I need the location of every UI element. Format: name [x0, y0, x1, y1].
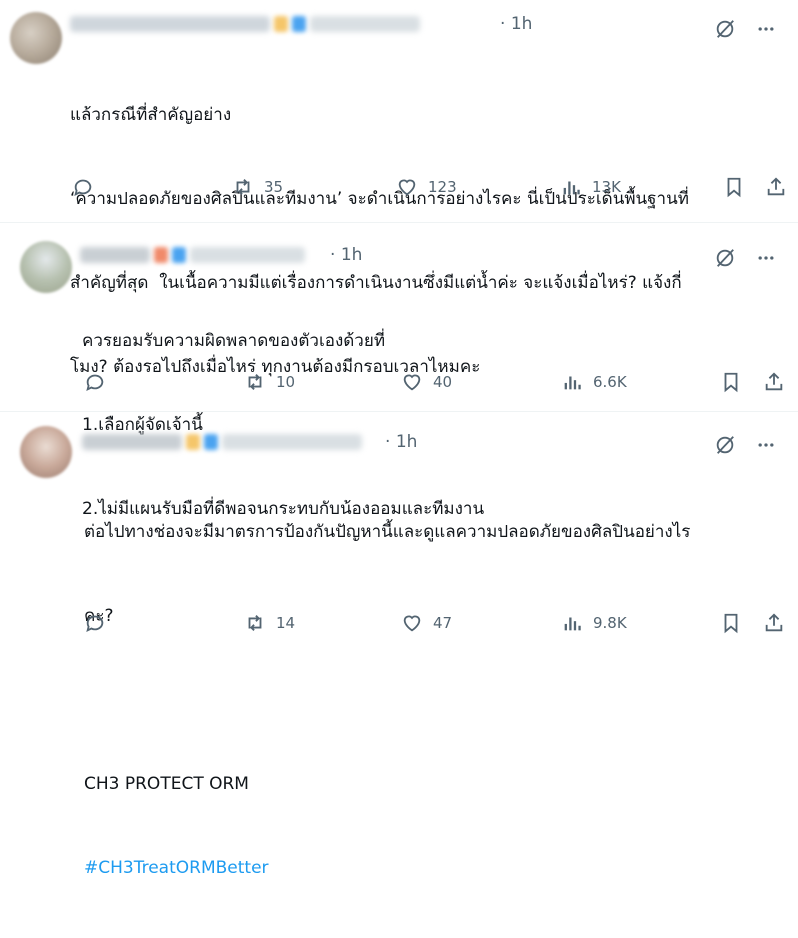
- views-button[interactable]: 6.6K: [561, 371, 627, 393]
- repost-count: 10: [276, 373, 296, 391]
- post-3[interactable]: · 1h ต่อไปทางช่องจะมีมาตรการป้องกันปัญหา…: [0, 412, 798, 878]
- view-count: 6.6K: [593, 373, 627, 391]
- like-button[interactable]: 123: [396, 176, 457, 198]
- reply-icon: [72, 176, 94, 198]
- repost-count: 14: [276, 614, 296, 632]
- share-button[interactable]: [763, 371, 785, 393]
- share-icon: [763, 371, 785, 393]
- text-line: CH3 PROTECT ORM: [84, 774, 249, 794]
- views-icon: [561, 612, 583, 634]
- text-line: แล้วกรณีที่สำคัญอย่าง: [70, 105, 232, 125]
- action-bar: 14 47 9.8K: [0, 612, 798, 636]
- action-bar: 10 40 6.6K: [0, 371, 798, 395]
- repost-button[interactable]: 14: [244, 612, 295, 634]
- grok-icon[interactable]: [714, 434, 736, 456]
- hashtag-link[interactable]: #CH3TreatORMBetter: [84, 854, 690, 882]
- bookmark-button[interactable]: [723, 176, 745, 198]
- bookmark-icon: [720, 612, 742, 634]
- avatar[interactable]: [10, 12, 62, 64]
- bookmark-button[interactable]: [720, 612, 742, 634]
- like-count: 47: [433, 614, 453, 632]
- reply-button[interactable]: [84, 371, 106, 393]
- avatar[interactable]: [20, 426, 72, 478]
- post-time[interactable]: · 1h: [385, 432, 417, 452]
- repost-button[interactable]: 35: [232, 176, 283, 198]
- display-name[interactable]: [82, 432, 362, 452]
- action-bar: 35 123 13K: [0, 176, 798, 200]
- grok-icon[interactable]: [714, 18, 736, 40]
- grok-icon[interactable]: [714, 247, 736, 269]
- share-button[interactable]: [763, 612, 785, 634]
- like-button[interactable]: 40: [401, 371, 452, 393]
- display-name[interactable]: [80, 245, 305, 265]
- post-2[interactable]: · 1h ควรยอมรับความผิดพลาดของตัวเองด้วยที…: [0, 223, 798, 519]
- post-time[interactable]: · 1h: [330, 245, 362, 265]
- share-icon: [765, 176, 787, 198]
- more-icon[interactable]: [756, 19, 776, 39]
- view-count: 9.8K: [593, 614, 627, 632]
- bookmark-icon: [720, 371, 742, 393]
- display-name[interactable]: [70, 14, 420, 34]
- repost-icon: [244, 612, 266, 634]
- repost-count: 35: [264, 178, 284, 196]
- post-text: ต่อไปทางช่องจะมีมาตรการป้องกันปัญหานี้แล…: [84, 462, 690, 938]
- share-icon: [763, 612, 785, 634]
- reply-icon: [84, 371, 106, 393]
- like-count: 40: [433, 373, 453, 391]
- views-icon: [560, 176, 582, 198]
- reply-button[interactable]: [84, 612, 106, 634]
- repost-button[interactable]: 10: [244, 371, 295, 393]
- like-count: 123: [428, 178, 457, 196]
- post-1[interactable]: · 1h แล้วกรณีที่สำคัญอย่าง ‘ความปลอดภัยข…: [0, 0, 798, 377]
- more-icon[interactable]: [756, 248, 776, 268]
- views-button[interactable]: 9.8K: [561, 612, 627, 634]
- more-icon[interactable]: [756, 435, 776, 455]
- post-time[interactable]: · 1h: [500, 14, 532, 34]
- bookmark-icon: [723, 176, 745, 198]
- reply-icon: [84, 612, 106, 634]
- repost-icon: [244, 371, 266, 393]
- view-count: 13K: [592, 178, 621, 196]
- share-button[interactable]: [765, 176, 787, 198]
- text-line: ควรยอมรับความผิดพลาดของตัวเองด้วยที่: [82, 331, 386, 351]
- like-icon: [401, 612, 423, 634]
- reply-button[interactable]: [72, 176, 94, 198]
- bookmark-button[interactable]: [720, 371, 742, 393]
- text-line: ต่อไปทางช่องจะมีมาตรการป้องกันปัญหานี้แล…: [84, 522, 691, 542]
- avatar[interactable]: [20, 241, 72, 293]
- like-button[interactable]: 47: [401, 612, 452, 634]
- like-icon: [396, 176, 418, 198]
- views-button[interactable]: 13K: [560, 176, 621, 198]
- like-icon: [401, 371, 423, 393]
- repost-icon: [232, 176, 254, 198]
- views-icon: [561, 371, 583, 393]
